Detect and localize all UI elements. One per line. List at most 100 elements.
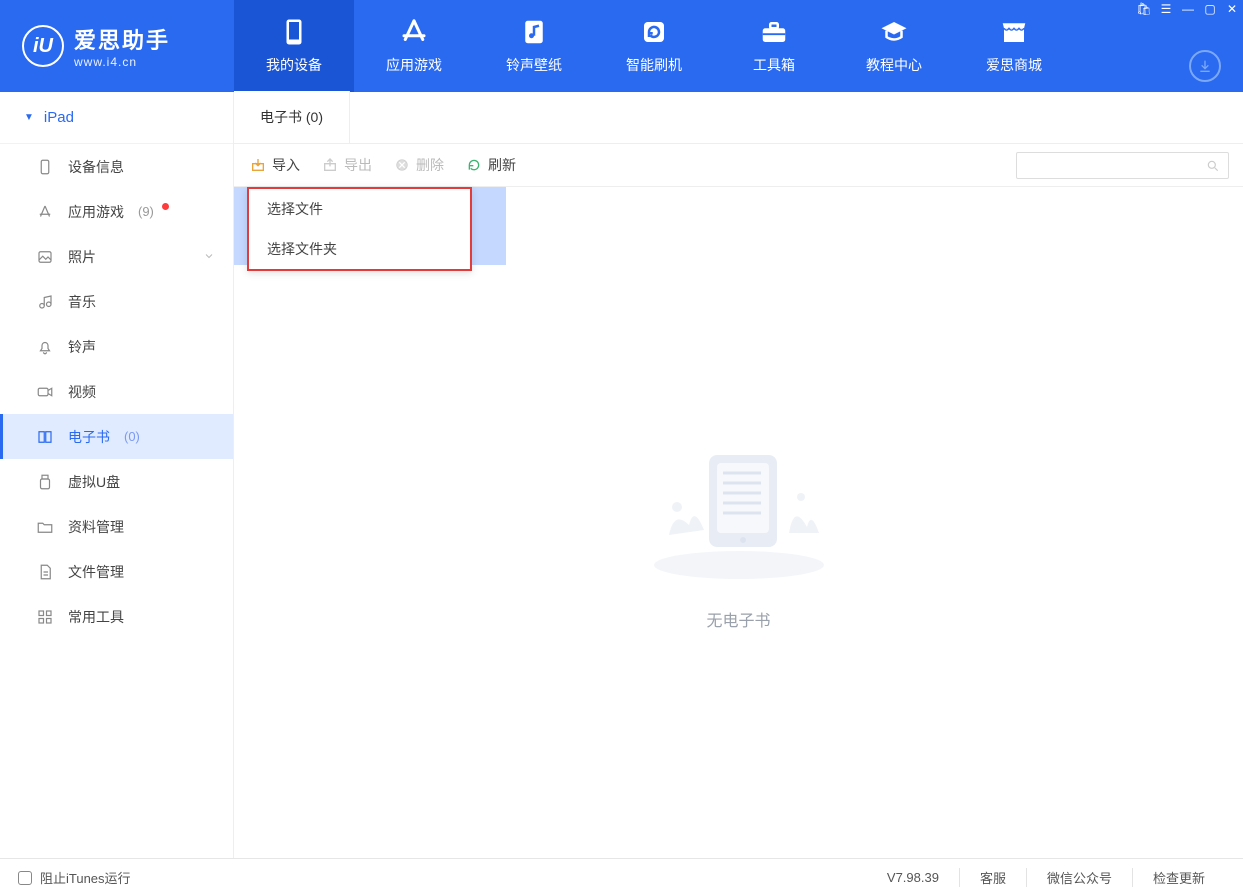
sidebar-item-label: 视频 bbox=[68, 382, 96, 402]
refresh-icon bbox=[466, 157, 482, 173]
empty-state: 无电子书 bbox=[234, 187, 1243, 858]
support-link[interactable]: 客服 bbox=[959, 868, 1026, 887]
toolbox-icon bbox=[759, 17, 789, 47]
usb-icon bbox=[36, 473, 54, 491]
sidebar-item-count: (9) bbox=[138, 204, 154, 219]
sidebar-item-udisk[interactable]: 虚拟U盘 bbox=[0, 459, 233, 504]
refresh-label: 刷新 bbox=[488, 155, 516, 175]
nav-apps[interactable]: 应用游戏 bbox=[354, 0, 474, 92]
nav-label: 应用游戏 bbox=[386, 55, 442, 75]
sidebar-device-header[interactable]: ▼ iPad bbox=[0, 92, 233, 144]
nav-label: 智能刷机 bbox=[626, 55, 682, 75]
app-url: www.i4.cn bbox=[74, 55, 170, 69]
shop-button[interactable]: 🛍 bbox=[1133, 0, 1155, 18]
nav-label: 教程中心 bbox=[866, 55, 922, 75]
body: ▼ iPad 设备信息 应用游戏 (9) 照片 音乐 铃声 视频 bbox=[0, 92, 1243, 858]
logo-text: 爱思助手 www.i4.cn bbox=[74, 23, 170, 69]
minimize-button[interactable]: — bbox=[1177, 0, 1199, 18]
export-button: 导出 bbox=[322, 155, 372, 175]
refresh-button[interactable]: 刷新 bbox=[466, 155, 516, 175]
logo-icon: iU bbox=[22, 25, 64, 67]
export-label: 导出 bbox=[344, 155, 372, 175]
sidebar-item-label: 音乐 bbox=[68, 292, 96, 312]
sidebar-item-device-info[interactable]: 设备信息 bbox=[0, 144, 233, 189]
folder-icon bbox=[36, 518, 54, 536]
bell-icon bbox=[36, 338, 54, 356]
delete-icon bbox=[394, 157, 410, 173]
sidebar-item-label: 资料管理 bbox=[68, 517, 124, 537]
search-input[interactable] bbox=[1016, 152, 1229, 179]
sidebar-item-files[interactable]: 文件管理 bbox=[0, 549, 233, 594]
book-icon bbox=[36, 428, 54, 446]
music-file-icon bbox=[519, 17, 549, 47]
version-label: V7.98.39 bbox=[867, 870, 959, 885]
sidebar-item-tools[interactable]: 常用工具 bbox=[0, 594, 233, 639]
sidebar-item-label: 铃声 bbox=[68, 337, 96, 357]
sidebar-item-apps[interactable]: 应用游戏 (9) bbox=[0, 189, 233, 234]
phone-icon bbox=[36, 158, 54, 176]
empty-ebook-icon bbox=[639, 415, 839, 585]
sidebar-item-label: 常用工具 bbox=[68, 607, 124, 627]
empty-text: 无电子书 bbox=[706, 607, 770, 631]
delete-label: 删除 bbox=[416, 155, 444, 175]
list-button[interactable]: ☰ bbox=[1155, 0, 1177, 18]
block-itunes-checkbox[interactable] bbox=[18, 871, 32, 885]
app-title: 爱思助手 bbox=[74, 23, 170, 55]
nav-my-device[interactable]: 我的设备 bbox=[234, 0, 354, 92]
nav-label: 我的设备 bbox=[266, 55, 322, 75]
nav-ring-wallpaper[interactable]: 铃声壁纸 bbox=[474, 0, 594, 92]
check-update-link[interactable]: 检查更新 bbox=[1132, 868, 1225, 887]
sidebar: ▼ iPad 设备信息 应用游戏 (9) 照片 音乐 铃声 视频 bbox=[0, 92, 234, 858]
maximize-button[interactable]: ▢ bbox=[1199, 0, 1221, 18]
video-icon bbox=[36, 383, 54, 401]
nav-tutorial[interactable]: 教程中心 bbox=[834, 0, 954, 92]
close-button[interactable]: ✕ bbox=[1221, 0, 1243, 18]
grid-icon bbox=[36, 608, 54, 626]
nav-flash[interactable]: 智能刷机 bbox=[594, 0, 714, 92]
delete-button: 删除 bbox=[394, 155, 444, 175]
import-dropdown: 选择文件 选择文件夹 bbox=[247, 187, 472, 271]
nav-toolbox[interactable]: 工具箱 bbox=[714, 0, 834, 92]
appstore-icon bbox=[399, 17, 429, 47]
sidebar-item-ringtone[interactable]: 铃声 bbox=[0, 324, 233, 369]
tab-ebook[interactable]: 电子书 (0) bbox=[234, 91, 350, 143]
download-manager-button[interactable] bbox=[1189, 50, 1221, 82]
appstore-small-icon bbox=[36, 203, 54, 221]
nav-label: 铃声壁纸 bbox=[506, 55, 562, 75]
nav-label: 工具箱 bbox=[753, 55, 795, 75]
image-icon bbox=[36, 248, 54, 266]
main-panel: 电子书 (0) 导入 导出 删除 刷新 bbox=[234, 92, 1243, 858]
sidebar-item-photos[interactable]: 照片 bbox=[0, 234, 233, 279]
logo-block: iU 爱思助手 www.i4.cn bbox=[0, 0, 234, 92]
sidebar-item-count: (0) bbox=[124, 429, 140, 444]
nav-label: 爱思商城 bbox=[986, 55, 1042, 75]
triangle-down-icon: ▼ bbox=[24, 112, 34, 123]
device-name: iPad bbox=[44, 109, 74, 126]
window-controls: 🛍 ☰ — ▢ ✕ bbox=[1133, 0, 1243, 18]
document-icon bbox=[36, 563, 54, 581]
top-nav: 我的设备 应用游戏 铃声壁纸 智能刷机 工具箱 教程中心 爱思商城 bbox=[234, 0, 1074, 92]
download-icon bbox=[1197, 58, 1213, 74]
graduation-icon bbox=[879, 17, 909, 47]
sidebar-item-video[interactable]: 视频 bbox=[0, 369, 233, 414]
sidebar-item-music[interactable]: 音乐 bbox=[0, 279, 233, 324]
dropdown-select-folder[interactable]: 选择文件夹 bbox=[249, 229, 470, 269]
import-label: 导入 bbox=[272, 155, 300, 175]
wechat-link[interactable]: 微信公众号 bbox=[1026, 868, 1132, 887]
sidebar-item-data[interactable]: 资料管理 bbox=[0, 504, 233, 549]
status-bar: 阻止iTunes运行 V7.98.39 客服 微信公众号 检查更新 bbox=[0, 858, 1243, 896]
sidebar-item-label: 照片 bbox=[68, 247, 96, 267]
badge-dot-icon bbox=[162, 203, 169, 210]
app-header: iU 爱思助手 www.i4.cn 我的设备 应用游戏 铃声壁纸 智能刷机 工具… bbox=[0, 0, 1243, 92]
import-button[interactable]: 导入 bbox=[250, 155, 300, 175]
device-icon bbox=[279, 17, 309, 47]
export-icon bbox=[322, 157, 338, 173]
music-icon bbox=[36, 293, 54, 311]
dropdown-select-file[interactable]: 选择文件 bbox=[249, 189, 470, 229]
nav-mall[interactable]: 爱思商城 bbox=[954, 0, 1074, 92]
sidebar-item-label: 应用游戏 bbox=[68, 202, 124, 222]
import-icon bbox=[250, 157, 266, 173]
sidebar-item-ebook[interactable]: 电子书 (0) bbox=[0, 414, 233, 459]
sidebar-item-label: 虚拟U盘 bbox=[68, 472, 120, 492]
sidebar-item-label: 电子书 bbox=[68, 427, 110, 447]
